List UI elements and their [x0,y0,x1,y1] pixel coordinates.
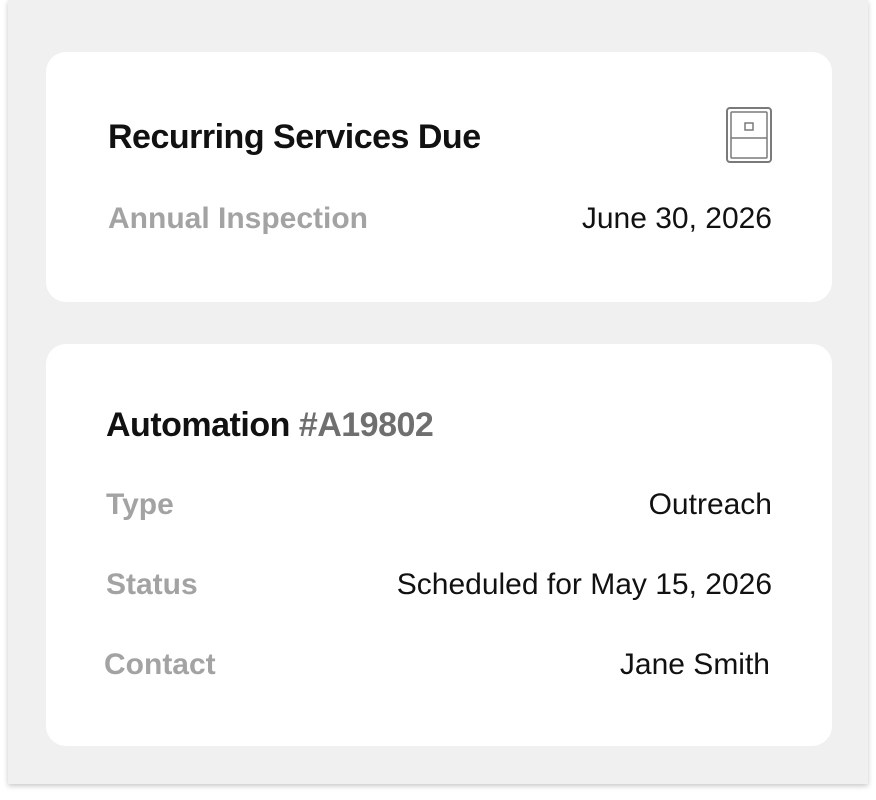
contact-value[interactable]: Jane Smith [620,648,770,682]
automation-id: #A19802 [298,406,434,444]
annual-inspection-date: June 30, 2026 [581,202,772,235]
status-label: Status [106,568,198,601]
type-label: Type [106,488,174,521]
automation-title: Automation #A19802 [106,406,434,445]
main-panel: Recurring Services Due Annual Inspection… [8,0,868,784]
recurring-services-title: Recurring Services Due [108,118,481,156]
status-value: Scheduled for May 15, 2026 [396,568,772,601]
automation-title-prefix: Automation [106,406,290,444]
contact-label: Contact [104,648,216,681]
recurring-services-card: Recurring Services Due Annual Inspection… [46,52,832,302]
fridge-icon[interactable] [726,107,772,163]
annual-inspection-label: Annual Inspection [108,202,369,235]
type-value: Outreach [648,488,772,521]
automation-card: Automation #A19802 Type Outreach Status … [46,344,832,746]
